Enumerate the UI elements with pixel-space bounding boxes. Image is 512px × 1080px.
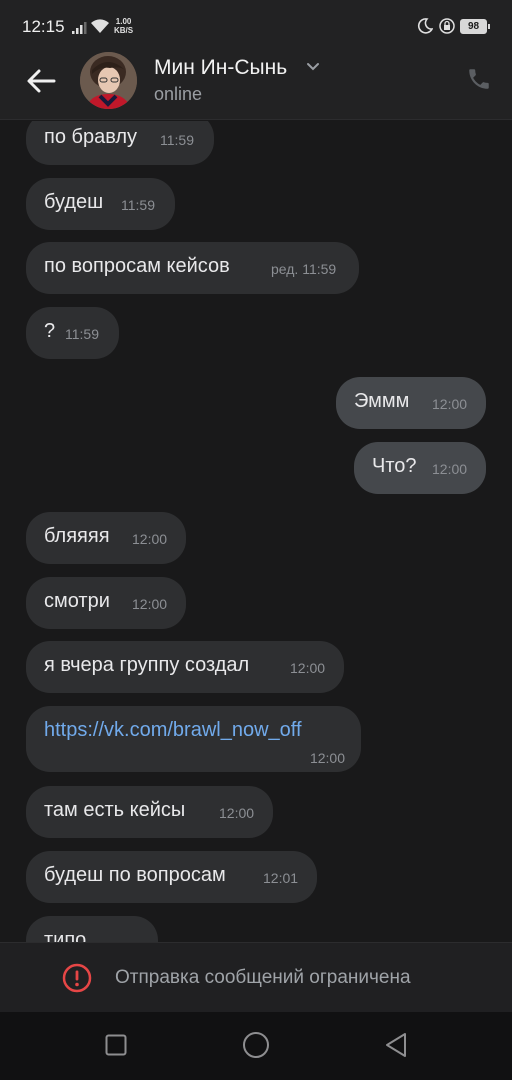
exclamation-circle-icon [62,963,92,993]
message-link[interactable]: https://vk.com/brawl_now_off [44,719,302,742]
message-bubble[interactable]: по бравлу 11:59 [26,121,214,165]
message-text: по бравлу [44,126,138,148]
wifi-icon [91,19,109,33]
chat-header: Мин Ин-Сынь online [0,52,512,120]
message-bubble-outgoing[interactable]: Что? 12:00 [354,442,486,494]
circle-icon[interactable] [242,1032,270,1060]
message-time: 11:59 [121,197,155,213]
message-text: типо [44,929,87,942]
phone-icon[interactable] [466,66,492,92]
message-text: ? [44,320,56,342]
status-time: 12:15 [22,17,65,36]
chevron-down-icon[interactable] [306,62,320,72]
restriction-text: Отправка сообщений ограничена [115,967,411,988]
message-bubble[interactable]: бляяяя 12:00 [26,512,186,564]
battery-indicator: 98 [460,19,490,34]
message-time: 11:59 [65,326,99,342]
message-text: смотри [44,590,110,612]
triangle-icon[interactable] [384,1032,408,1058]
message-text: по вопросам кейсов [44,255,230,277]
arrow-left-icon[interactable] [24,66,58,96]
message-time: 12:00 [219,805,255,821]
contact-name[interactable]: Мин Ин-Сынь [154,56,287,80]
message-bubble[interactable]: по вопросам кейсов ред. 11:59 [26,242,359,294]
message-bubble[interactable]: ? 11:59 [26,307,119,359]
message-bubble[interactable]: смотри 12:00 [26,577,186,629]
moon-icon [417,18,433,34]
contact-status: online [154,84,203,104]
avatar[interactable] [80,52,137,109]
message-time: 12:00 [432,461,468,477]
status-bar: 12:15 1.00 KB/S 98 [0,0,512,52]
message-bubble[interactable]: будеш по вопросам 12:01 [26,851,317,903]
system-navigation-bar [0,1012,512,1080]
message-bubble[interactable]: типо [26,916,158,942]
message-list[interactable]: по бравлу 11:59 будеш 11:59 по вопросам … [0,121,512,942]
composer-restriction: Отправка сообщений ограничена [0,942,512,1012]
message-time: 11:59 [160,132,194,148]
edited-label: ред. [271,261,299,277]
message-bubble[interactable]: там есть кейсы 12:00 [26,786,273,838]
message-text: будеш по вопросам [44,864,226,886]
message-text: Эммм [354,390,410,412]
message-edited-time: ред. 11:59 [271,261,336,277]
message-text: я вчера группу создал [44,654,250,676]
network-speed-unit: KB/S [114,26,134,35]
message-bubble[interactable]: я вчера группу создал 12:00 [26,641,344,693]
message-time: 12:00 [432,396,468,412]
message-bubble[interactable]: будеш 11:59 [26,178,175,230]
message-text: Что? [372,455,417,477]
avatar-image [80,52,137,109]
message-bubble-outgoing[interactable]: Эммм 12:00 [336,377,486,429]
square-icon[interactable] [105,1032,127,1058]
message-time: 11:59 [302,261,337,277]
message-text: там есть кейсы [44,799,186,821]
message-text: будеш [44,191,104,213]
network-speed: 1.00 KB/S [114,17,133,35]
message-time: 12:00 [309,750,345,766]
signal-icon [72,22,87,34]
lock-rotation-icon [439,18,455,34]
network-speed-value: 1.00 [115,17,132,26]
message-time: 12:00 [132,596,168,612]
message-text: бляяяя [44,525,110,547]
message-time: 12:00 [132,531,168,547]
message-bubble-link[interactable]: https://vk.com/brawl_now_off 12:00 [26,706,361,772]
message-time: 12:00 [290,660,326,676]
message-time: 12:01 [263,870,299,886]
